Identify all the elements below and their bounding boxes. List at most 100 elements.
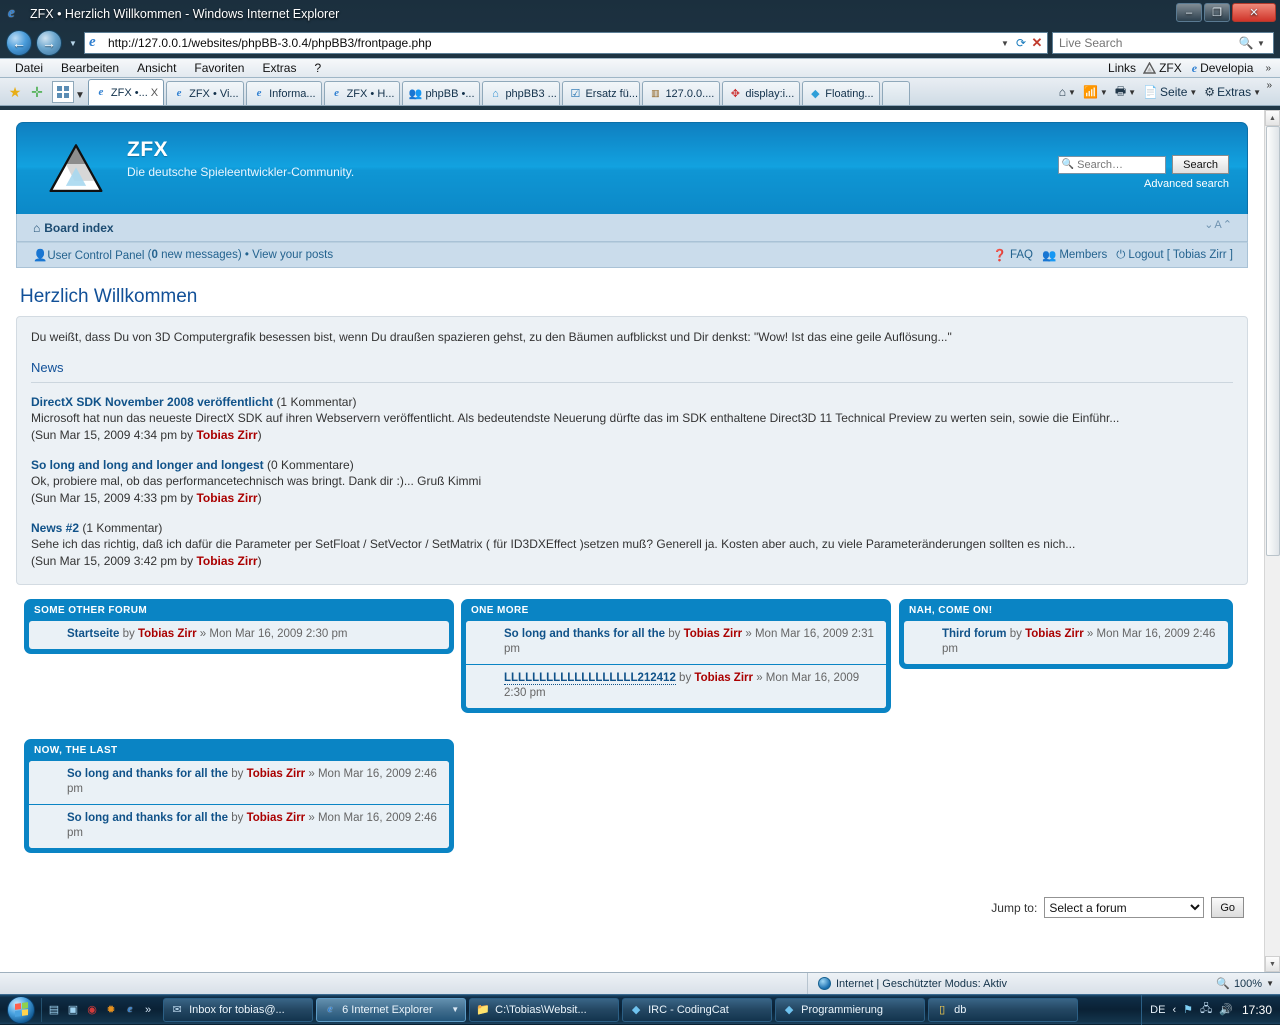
page-menu-button[interactable]: 📄 Seite ▼ bbox=[1140, 85, 1200, 99]
link-developia[interactable]: e Developia bbox=[1189, 61, 1257, 76]
zoom-control[interactable]: 🔍 100% ▼ bbox=[1216, 977, 1280, 991]
minimize-button[interactable]: – bbox=[1176, 3, 1202, 22]
tab-close-icon[interactable]: X bbox=[151, 87, 158, 99]
favorites-star-icon[interactable]: ★ bbox=[4, 79, 26, 105]
url-bar[interactable]: e http://127.0.0.1/websites/phpBB-3.0.4/… bbox=[84, 32, 1048, 54]
menu-item-ansicht[interactable]: Ansicht bbox=[128, 59, 185, 77]
flag-icon[interactable]: ⚑ bbox=[1183, 1003, 1193, 1016]
tab-8[interactable]: ✥ display:i... bbox=[722, 81, 801, 105]
logout-link[interactable]: ⏻ Logout [ Tobias Zirr ] bbox=[1116, 249, 1233, 262]
chevron-down-icon[interactable]: ▼ bbox=[451, 1005, 459, 1014]
menu-item-datei[interactable]: Datei bbox=[6, 59, 52, 77]
command-overflow-icon[interactable]: » bbox=[1261, 80, 1277, 91]
menu-item-favoriten[interactable]: Favoriten bbox=[185, 59, 253, 77]
print-button[interactable]: 🖶 ▼ bbox=[1112, 82, 1139, 103]
forward-button[interactable]: → bbox=[36, 30, 62, 56]
firefox-icon[interactable]: ✹ bbox=[103, 1002, 119, 1018]
tab-5[interactable]: ⌂ phpBB3 ... bbox=[482, 81, 561, 105]
switch-windows-icon[interactable]: ▣ bbox=[65, 1002, 81, 1018]
topic-author-link[interactable]: Tobias Zirr bbox=[694, 672, 753, 684]
live-search-input[interactable] bbox=[1057, 35, 1239, 51]
topic-title-link[interactable]: So long and thanks for all the bbox=[67, 768, 228, 780]
refresh-icon[interactable]: ⟳ bbox=[1013, 33, 1029, 53]
topic-title-link[interactable]: LLLLLLLLLLLLLLLLLLL212412 bbox=[504, 672, 676, 685]
tools-menu-button[interactable]: ⚙ Extras ▼ bbox=[1201, 85, 1264, 99]
stop-icon[interactable]: ✕ bbox=[1029, 33, 1045, 53]
close-button[interactable]: ✕ bbox=[1232, 3, 1276, 22]
header-search-button[interactable]: Search bbox=[1172, 155, 1229, 174]
advanced-search-link[interactable]: Advanced search bbox=[1058, 178, 1229, 190]
history-dropdown-icon[interactable]: ▼ bbox=[66, 39, 80, 48]
show-desktop-icon[interactable]: ▤ bbox=[46, 1002, 62, 1018]
topic-author-link[interactable]: Tobias Zirr bbox=[247, 812, 306, 824]
start-button[interactable] bbox=[1, 995, 41, 1025]
new-tab-button[interactable] bbox=[881, 81, 910, 105]
task-button-internet-explorer[interactable]: e 6 Internet Explorer ▼ bbox=[316, 997, 467, 1022]
language-indicator[interactable]: DE bbox=[1150, 1004, 1165, 1016]
tab-9[interactable]: ◆ Floating... bbox=[802, 81, 880, 105]
task-button-programmierung[interactable]: ◆ Programmierung bbox=[775, 997, 926, 1022]
jump-to-select[interactable]: Select a forum bbox=[1044, 897, 1205, 918]
tab-6[interactable]: ☑ Ersatz fü... bbox=[562, 81, 641, 105]
maximize-button[interactable]: ❐ bbox=[1204, 3, 1230, 22]
task-button-explorer[interactable]: 📁 C:\Tobias\Websit... bbox=[469, 997, 620, 1022]
tab-4[interactable]: 👥 phpBB •... bbox=[402, 81, 481, 105]
tray-overflow-icon[interactable]: ‹ bbox=[1172, 1004, 1176, 1016]
network-icon[interactable]: 🖧 bbox=[1200, 1000, 1212, 1019]
members-label[interactable]: Members bbox=[1059, 249, 1107, 261]
view-your-posts-link[interactable]: View your posts bbox=[252, 249, 333, 261]
faq-label[interactable]: FAQ bbox=[1010, 249, 1033, 261]
scroll-down-arrow[interactable]: ▼ bbox=[1265, 956, 1280, 972]
security-zone[interactable]: Internet | Geschützter Modus: Aktiv bbox=[808, 977, 1017, 990]
faq-link[interactable]: ❓ FAQ bbox=[993, 248, 1033, 262]
topic-title-link[interactable]: So long and thanks for all the bbox=[504, 628, 665, 640]
ucp-link[interactable]: 👤User Control Panel bbox=[33, 248, 144, 262]
news-title[interactable]: DirectX SDK November 2008 veröffentlicht bbox=[31, 395, 273, 409]
home-button[interactable]: ⌂ ▼ bbox=[1056, 85, 1079, 99]
chevron-down-icon[interactable]: ▼ bbox=[1128, 88, 1136, 97]
menu-item-bearbeiten[interactable]: Bearbeiten bbox=[52, 59, 128, 77]
breadcrumb-board-index[interactable]: Board index bbox=[44, 221, 113, 235]
topic-author-link[interactable]: Tobias Zirr bbox=[247, 768, 306, 780]
tab-0[interactable]: e ZFX •... X bbox=[87, 79, 165, 105]
chevron-down-icon[interactable]: ▼ bbox=[1068, 88, 1076, 97]
back-button[interactable]: ← bbox=[6, 30, 32, 56]
scroll-up-arrow[interactable]: ▲ bbox=[1265, 110, 1280, 126]
font-size-control[interactable]: ⌄A⌃ bbox=[1204, 218, 1233, 231]
chevron-down-icon[interactable]: ▼ bbox=[1189, 88, 1197, 97]
news-author-link[interactable]: Tobias Zirr bbox=[196, 491, 257, 505]
quick-launch-overflow-icon[interactable]: » bbox=[141, 1004, 155, 1016]
news-title[interactable]: So long and long and longer and longest bbox=[31, 458, 264, 472]
news-title[interactable]: News #2 bbox=[31, 521, 79, 535]
menu-item-help[interactable]: ? bbox=[305, 59, 330, 77]
tab-1[interactable]: e ZFX • Vi... bbox=[166, 81, 245, 105]
task-button-db[interactable]: ▯ db bbox=[928, 997, 1079, 1022]
add-favorite-icon[interactable]: ✛ bbox=[26, 79, 48, 105]
page-scrollbar[interactable]: ▲ ▼ bbox=[1264, 110, 1280, 972]
search-provider-dropdown-icon[interactable]: ▼ bbox=[1253, 33, 1269, 53]
tab-2[interactable]: e Informa... bbox=[246, 81, 322, 105]
jump-to-go-button[interactable]: Go bbox=[1211, 897, 1244, 918]
tab-list-dropdown-icon[interactable]: ▼ bbox=[75, 90, 88, 105]
opera-icon[interactable]: ◉ bbox=[84, 1002, 100, 1018]
chevron-down-icon[interactable]: ▼ bbox=[1100, 88, 1108, 97]
task-button-irc[interactable]: ◆ IRC - CodingCat bbox=[622, 997, 773, 1022]
tab-3[interactable]: e ZFX • H... bbox=[323, 81, 401, 105]
quick-tabs-button[interactable] bbox=[52, 81, 74, 103]
tab-7[interactable]: ▥ 127.0.0.... bbox=[642, 81, 721, 105]
url-dropdown-icon[interactable]: ▼ bbox=[997, 33, 1013, 53]
task-button-inbox[interactable]: ✉ Inbox for tobias@... bbox=[163, 997, 314, 1022]
volume-icon[interactable]: 🔊 bbox=[1219, 1003, 1233, 1016]
news-author-link[interactable]: Tobias Zirr bbox=[196, 554, 257, 568]
topic-title-link[interactable]: So long and thanks for all the bbox=[67, 812, 228, 824]
search-icon[interactable]: 🔍 bbox=[1239, 36, 1254, 50]
members-link[interactable]: 👥 Members bbox=[1042, 248, 1107, 262]
feeds-button[interactable]: 📶 ▼ bbox=[1080, 85, 1111, 99]
breadcrumb[interactable]: ⌂ Board index bbox=[33, 221, 114, 235]
scrollbar-thumb[interactable] bbox=[1266, 126, 1280, 556]
topic-author-link[interactable]: Tobias Zirr bbox=[684, 628, 743, 640]
menu-item-extras[interactable]: Extras bbox=[253, 59, 305, 77]
ie-icon[interactable]: e bbox=[122, 1002, 138, 1018]
chevron-down-icon[interactable]: ▼ bbox=[1266, 979, 1274, 988]
topic-author-link[interactable]: Tobias Zirr bbox=[138, 628, 197, 640]
